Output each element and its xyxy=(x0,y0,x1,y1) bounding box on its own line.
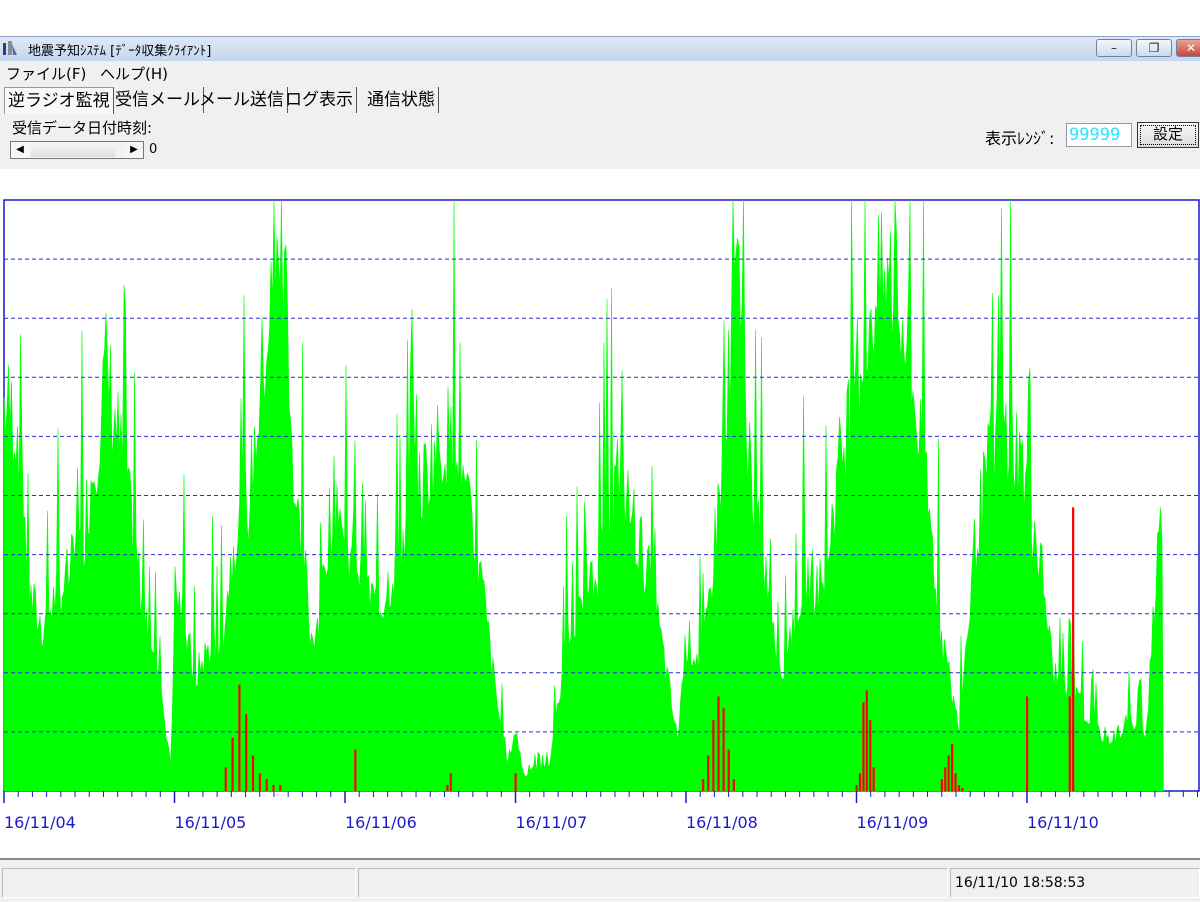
event-bar xyxy=(224,767,227,791)
x-tick-label: 16/11/04 xyxy=(4,813,76,832)
tab-communication-status[interactable]: 通信状態 xyxy=(364,87,439,113)
status-left xyxy=(2,868,356,898)
event-bar xyxy=(1072,507,1075,791)
event-bar xyxy=(862,702,865,791)
x-tick-label: 16/11/09 xyxy=(857,813,929,832)
tab-received-mail[interactable]: 受信メール xyxy=(112,87,204,113)
event-bar xyxy=(712,720,715,791)
date-scrollbar[interactable]: ◀ ▶ xyxy=(10,141,144,159)
event-bar xyxy=(944,767,947,791)
event-bar xyxy=(855,785,858,791)
tab-reverse-radio-monitor[interactable]: 逆ラジオ監視 xyxy=(4,87,114,114)
event-bar xyxy=(858,773,862,791)
event-bar xyxy=(1026,696,1029,791)
event-bar xyxy=(251,755,255,791)
event-bar xyxy=(947,755,950,791)
event-bar xyxy=(957,785,960,791)
minimize-button[interactable]: – xyxy=(1096,39,1132,57)
received-date-label: 受信データ日付時刻: xyxy=(12,119,153,137)
scroll-thumb[interactable] xyxy=(31,143,115,157)
event-bar xyxy=(961,788,964,791)
tab-send-mail[interactable]: メール送信 xyxy=(196,87,288,113)
event-bar xyxy=(354,749,357,791)
event-bar xyxy=(954,773,957,791)
event-bar xyxy=(265,779,268,791)
restore-button[interactable]: ❐ xyxy=(1136,39,1172,57)
menu-help[interactable]: ヘルプ(H) xyxy=(100,63,168,84)
signal-chart: 16/11/04 16/11/05 16/11/06 16/11/07 16/11/08… xyxy=(3,199,1200,832)
event-bar xyxy=(717,696,720,791)
menu-bar: ファイル(F) ヘルプ(H) xyxy=(0,61,1200,83)
window-title: 地震予知ｼｽﾃﾑ [ﾃﾞｰﾀ収集ｸﾗｲｱﾝﾄ] xyxy=(28,44,212,59)
event-bar xyxy=(231,737,234,791)
status-bar: 16/11/10 18:58:53 xyxy=(0,858,1200,902)
x-tick-label: 16/11/05 xyxy=(175,813,247,832)
status-datetime: 16/11/10 18:58:53 xyxy=(950,868,1200,898)
event-bar xyxy=(238,684,241,791)
left-arrow-icon[interactable]: ◀ xyxy=(11,142,29,158)
event-bar xyxy=(722,708,725,791)
event-bar xyxy=(272,785,275,791)
event-bar xyxy=(514,773,517,791)
event-bar xyxy=(940,779,943,791)
event-bar xyxy=(872,767,875,791)
event-bar xyxy=(446,785,449,791)
radio-tower-icon xyxy=(3,41,17,55)
event-bar xyxy=(869,720,872,791)
menu-file[interactable]: ファイル(F) xyxy=(6,63,86,84)
set-button[interactable]: 設定 xyxy=(1137,122,1199,148)
event-bar xyxy=(732,779,735,791)
event-bar xyxy=(950,743,954,791)
event-bar xyxy=(727,749,730,791)
toolbar-area: 逆ラジオ監視 受信メール メール送信 ログ表示 通信状態 受信データ日付時刻: … xyxy=(0,83,1200,169)
x-tick-label: 16/11/10 xyxy=(1027,813,1099,832)
event-bar xyxy=(1068,696,1071,791)
chart-panel: 16/11/04 16/11/05 16/11/06 16/11/07 16/11/08… xyxy=(0,169,1200,857)
event-bar xyxy=(865,690,868,791)
right-arrow-icon[interactable]: ▶ xyxy=(125,142,143,158)
tab-log-display[interactable]: ログ表示 xyxy=(282,87,357,113)
event-bar xyxy=(279,785,282,791)
event-bar xyxy=(707,755,710,791)
event-bar xyxy=(449,773,452,791)
display-range-label: 表示ﾚﾝｼﾞ: xyxy=(985,129,1055,148)
x-tick-label: 16/11/08 xyxy=(686,813,758,832)
event-bar xyxy=(258,773,261,791)
event-bar xyxy=(245,714,248,791)
x-tick-label: 16/11/06 xyxy=(345,813,417,832)
scroll-value: 0 xyxy=(149,142,158,157)
status-middle xyxy=(358,868,948,898)
event-bar xyxy=(702,779,705,791)
display-range-input[interactable]: 99999 xyxy=(1066,123,1132,147)
title-bar: 地震予知ｼｽﾃﾑ [ﾃﾞｰﾀ収集ｸﾗｲｱﾝﾄ] – ❐ ✕ xyxy=(0,36,1200,62)
close-button[interactable]: ✕ xyxy=(1176,39,1200,57)
x-tick-label: 16/11/07 xyxy=(516,813,588,832)
